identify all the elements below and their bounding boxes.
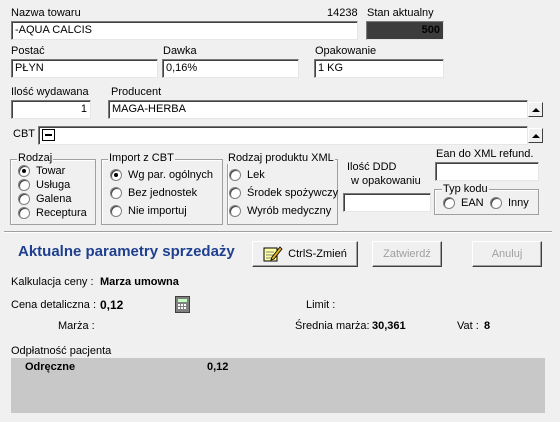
import-cbt-radio-label: Bez jednostek (128, 187, 198, 199)
import-cbt-radio-label: Wg par. ogólnych (128, 169, 213, 181)
rodzaj-radio-label: Receptura (36, 207, 87, 219)
avg-margin-label: Średnia marża: (295, 320, 370, 332)
divider (4, 232, 552, 233)
radio-button-icon[interactable] (490, 197, 502, 209)
radio-button-icon[interactable] (229, 187, 241, 199)
form-field[interactable]: PŁYN (11, 59, 158, 78)
cbt-label: CBT (13, 128, 35, 140)
radio-button-icon[interactable] (110, 187, 122, 199)
qty-field[interactable]: 1 (11, 100, 91, 119)
ean-xml-label: Ean do XML refund. (436, 148, 534, 160)
producer-label: Producent (111, 86, 162, 98)
arrow-up-icon (531, 133, 540, 138)
radio-button-icon[interactable] (18, 193, 30, 205)
radio-button-icon[interactable] (18, 179, 30, 191)
package-label: Opakowanie (315, 45, 377, 57)
cbt-field[interactable] (38, 126, 528, 145)
cancel-button[interactable]: Anuluj (472, 241, 542, 267)
retail-label: Cena detaliczna : (11, 299, 96, 311)
import-cbt-radio[interactable]: Bez jednostek (110, 187, 197, 199)
radio-button-icon[interactable] (229, 169, 241, 181)
code-type-title: Typ kodu (442, 183, 489, 195)
minus-icon (42, 129, 55, 141)
xml-type-title: Rodzaj produktu XML (227, 152, 335, 164)
patient-panel: Odręczne 0,12 (11, 358, 545, 413)
limit-label: Limit : (306, 299, 336, 311)
rodzaj-radio-label: Towar (36, 165, 66, 177)
calculator-icon[interactable] (175, 296, 190, 313)
edit-note-icon (263, 246, 283, 262)
rodzaj-radio[interactable]: Galena (18, 193, 71, 205)
import-cbt-radio[interactable]: Nie importuj (110, 205, 187, 217)
rodzaj-radio[interactable]: Receptura (18, 207, 87, 219)
form-label: Postać (11, 45, 45, 57)
stock-label: Stan aktualny (367, 7, 434, 19)
change-button-label: CtrlS-Zmień (288, 248, 347, 260)
avg-margin-value: 30,361 (372, 320, 406, 332)
ean-xml-field[interactable] (435, 162, 539, 181)
import-cbt-radio-label: Nie importuj (128, 205, 187, 217)
calc-label: Kalkulacja ceny : (11, 276, 94, 288)
name-label: Nazwa towaru (11, 7, 81, 19)
vat-label: Vat : (457, 320, 479, 332)
ddd-label-line2: w opakowaniu (351, 175, 421, 187)
rodzaj-radio[interactable]: Usługa (18, 179, 70, 191)
producer-dropdown-button[interactable] (528, 102, 543, 117)
patient-label: Odpłatność pacjenta (11, 345, 112, 357)
radio-button-icon[interactable] (18, 165, 30, 177)
xml-type-radio[interactable]: Lek (229, 169, 265, 181)
xml-type-radio[interactable]: Środek spożywczy (229, 187, 338, 199)
change-button[interactable]: CtrlS-Zmień (252, 241, 358, 267)
code-type-radio[interactable]: Inny (490, 197, 529, 209)
producer-field[interactable]: MAGA-HERBA (108, 100, 528, 119)
ddd-label-line1: Ilość DDD (347, 161, 397, 173)
patient-value: 0,12 (207, 361, 229, 373)
sales-title: Aktualne parametry sprzedaży (18, 243, 235, 260)
dose-field[interactable]: 0,16% (162, 59, 299, 78)
stock-field: 500 (366, 21, 444, 40)
arrow-up-icon (531, 107, 540, 112)
margin-label: Marża : (58, 320, 95, 332)
import-cbt-title: Import z CBT (108, 152, 175, 164)
code-type-radio[interactable]: EAN (443, 197, 484, 209)
calc-value: Marza umowna (100, 276, 179, 288)
rodzaj-radio[interactable]: Towar (18, 165, 65, 177)
product-name-field[interactable]: -AQUA CALCIS (11, 21, 358, 40)
product-code: 14238 (327, 7, 358, 19)
radio-button-icon[interactable] (18, 207, 30, 219)
xml-type-radio-label: Środek spożywczy (247, 187, 339, 199)
retail-value: 0,12 (100, 298, 124, 312)
patient-kind: Odręczne (25, 361, 76, 373)
radio-button-icon[interactable] (110, 205, 122, 217)
radio-button-icon[interactable] (443, 197, 455, 209)
qty-label: Ilość wydawana (11, 86, 89, 98)
code-type-radio-label: EAN (461, 197, 484, 209)
confirm-button[interactable]: Zatwierdź (372, 241, 442, 267)
vat-value: 8 (484, 320, 491, 332)
ddd-field[interactable] (343, 193, 431, 212)
cbt-dropdown-button[interactable] (528, 128, 543, 143)
rodzaj-radio-label: Galena (36, 193, 72, 205)
radio-button-icon[interactable] (229, 205, 241, 217)
rodzaj-radio-label: Usługa (36, 179, 71, 191)
xml-type-radio-label: Lek (247, 169, 265, 181)
xml-type-radio[interactable]: Wyrób medyczny (229, 205, 331, 217)
package-field[interactable]: 1 KG (314, 59, 444, 78)
code-type-radio-label: Inny (508, 197, 529, 209)
xml-type-radio-label: Wyrób medyczny (247, 205, 332, 217)
rodzaj-title: Rodzaj (17, 152, 54, 164)
dose-label: Dawka (163, 45, 197, 57)
radio-button-icon[interactable] (110, 169, 122, 181)
import-cbt-radio[interactable]: Wg par. ogólnych (110, 169, 213, 181)
